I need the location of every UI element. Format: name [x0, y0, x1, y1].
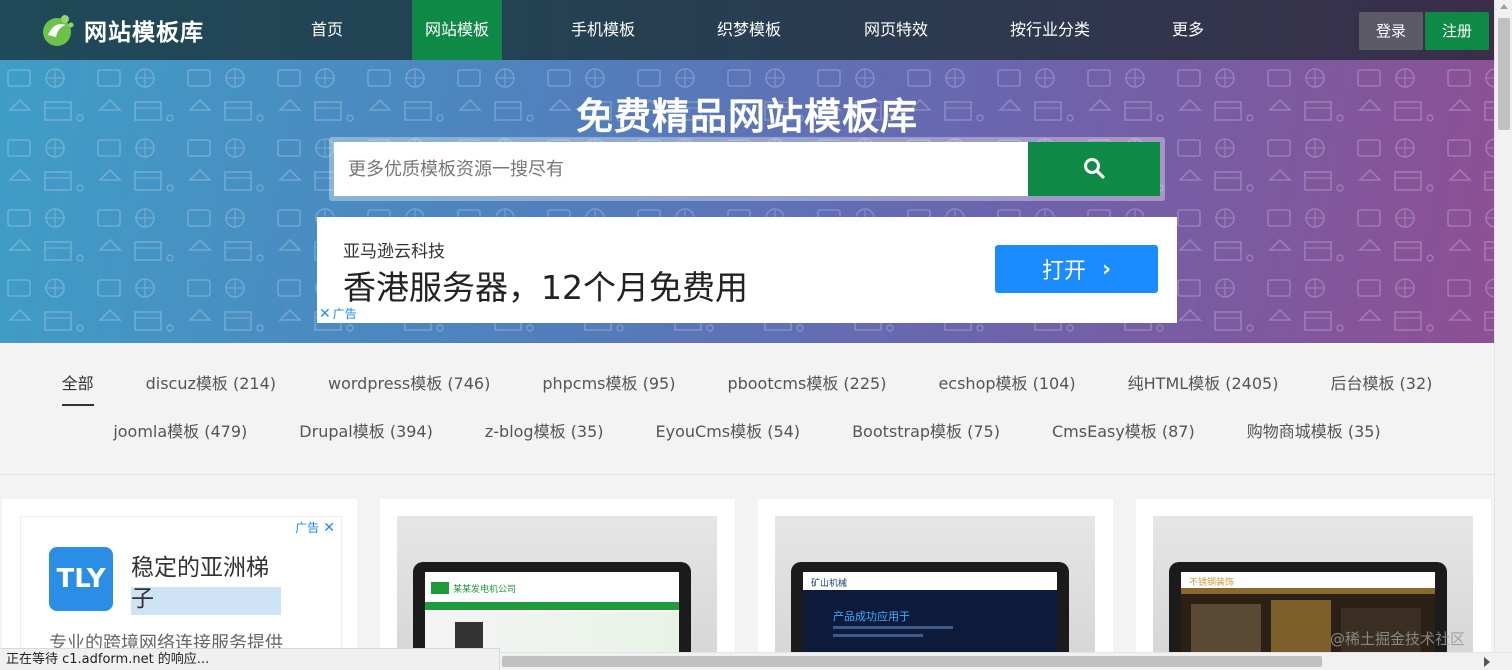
nav-home[interactable]: 首页 [282, 0, 372, 60]
template-preview: 矿山机械 产品成功应用于 [803, 572, 1057, 659]
search-input[interactable] [334, 142, 1029, 196]
hero-title: 免费精品网站模板库 [576, 95, 918, 138]
status-bar: 正在等待 c1.adform.net 的响应... [0, 648, 500, 670]
top-navbar: 网站模板库 首页 网站模板 手机模板 织梦模板 网页特效 按行业分类 更多 登录… [0, 0, 1494, 60]
section-divider [0, 474, 1494, 475]
nav-dedecms-templates[interactable]: 织梦模板 [704, 0, 794, 60]
close-icon[interactable]: ✕ [323, 520, 335, 536]
preview-brand: 矿山机械 [811, 579, 848, 589]
search-button[interactable] [1028, 142, 1160, 196]
nav-website-templates[interactable]: 网站模板 [412, 0, 502, 60]
vertical-scroll-thumb[interactable] [1498, 18, 1510, 130]
logo-text: 网站模板库 [84, 20, 204, 46]
category-zblog[interactable]: z-blog模板 (35) [485, 418, 604, 442]
ad-open-button[interactable]: 打开 › [995, 245, 1158, 293]
template-preview: 某某发电机公司 [425, 572, 679, 659]
scroll-right-icon[interactable] [1484, 657, 1490, 667]
ad-card[interactable]: 广告 ✕ TLY 稳定的亚洲梯子 专业的跨境网络连接服务提供 [2, 499, 357, 659]
category-eyoucms[interactable]: EyouCms模板 (54) [656, 418, 801, 442]
template-card[interactable]: 某某发电机公司 [380, 499, 735, 659]
category-row-1: 全部 discuz模板 (214) wordpress模板 (746) phpc… [0, 370, 1494, 406]
category-bootstrap[interactable]: Bootstrap模板 (75) [852, 418, 1000, 442]
category-phpcms[interactable]: phpcms模板 (95) [542, 370, 675, 394]
nav-mobile-templates[interactable]: 手机模板 [558, 0, 648, 60]
chevron-right-icon: › [1101, 256, 1112, 282]
nav-more[interactable]: 更多 [1158, 0, 1218, 60]
category-shop[interactable]: 购物商城模板 (35) [1247, 418, 1381, 442]
hero-banner: 免费精品网站模板库 亚马逊云科技 香港服务器，12个月免费用 打开 › ✕ 广告 [0, 60, 1494, 343]
tly-ad[interactable]: 广告 ✕ TLY 稳定的亚洲梯子 专业的跨境网络连接服务提供 [20, 516, 342, 659]
category-ecshop[interactable]: ecshop模板 (104) [938, 370, 1075, 394]
laptop-mockup: 矿山机械 产品成功应用于 [791, 562, 1069, 659]
horizontal-scrollbar[interactable] [500, 652, 1512, 670]
template-thumbnail[interactable]: 某某发电机公司 [397, 516, 717, 659]
template-card[interactable]: 矿山机械 产品成功应用于 [758, 499, 1113, 659]
ad-close-mark[interactable]: ✕ 广告 [319, 305, 357, 322]
hero-ad-banner[interactable]: 亚马逊云科技 香港服务器，12个月免费用 打开 › ✕ 广告 [317, 217, 1177, 323]
category-cmseasy[interactable]: CmsEasy模板 (87) [1052, 418, 1195, 442]
ad-mark-label: 广告 [332, 307, 357, 321]
watermark: @稀土掘金技术社区 [1330, 630, 1466, 648]
search-box [329, 137, 1165, 201]
close-icon[interactable]: ✕ [319, 306, 331, 322]
ad-tag: 广告 ✕ [295, 519, 335, 536]
ad-company: 亚马逊云科技 [343, 242, 445, 262]
template-thumbnail[interactable]: 矿山机械 产品成功应用于 [775, 516, 1095, 659]
vertical-scrollbar[interactable] [1494, 0, 1512, 652]
category-admin[interactable]: 后台模板 (32) [1330, 370, 1432, 394]
category-joomla[interactable]: joomla模板 (479) [113, 418, 247, 442]
logo-icon [38, 11, 76, 49]
laptop-mockup: 某某发电机公司 [413, 562, 691, 659]
scroll-up-icon[interactable] [1500, 4, 1508, 9]
site-logo[interactable]: 网站模板库 [38, 10, 204, 50]
preview-company: 某某发电机公司 [453, 585, 517, 595]
preview-brand: 不锈钢装饰 [1189, 578, 1235, 588]
horizontal-scroll-thumb[interactable] [502, 656, 1322, 667]
category-all[interactable]: 全部 [61, 370, 94, 406]
category-discuz[interactable]: discuz模板 (214) [146, 370, 276, 394]
category-row-2: joomla模板 (479) Drupal模板 (394) z-blog模板 (… [0, 418, 1494, 442]
tly-logo: TLY [49, 547, 113, 611]
category-pbootcms[interactable]: pbootcms模板 (225) [727, 370, 886, 394]
ad-tag-label: 广告 [295, 521, 320, 535]
register-button[interactable]: 注册 [1425, 12, 1489, 50]
login-button[interactable]: 登录 [1359, 12, 1423, 50]
search-icon [1083, 157, 1105, 182]
ad-headline: 香港服务器，12个月免费用 [343, 268, 748, 307]
ad-card-title: 稳定的亚洲梯子 [131, 553, 281, 615]
category-drupal[interactable]: Drupal模板 (394) [299, 418, 433, 442]
category-wordpress[interactable]: wordpress模板 (746) [328, 370, 490, 394]
nav-by-industry[interactable]: 按行业分类 [996, 0, 1104, 60]
category-html[interactable]: 纯HTML模板 (2405) [1128, 370, 1279, 394]
ad-open-label: 打开 [1041, 259, 1086, 284]
nav-web-effects[interactable]: 网页特效 [850, 0, 942, 60]
preview-slogan: 产品成功应用于 [833, 610, 910, 623]
